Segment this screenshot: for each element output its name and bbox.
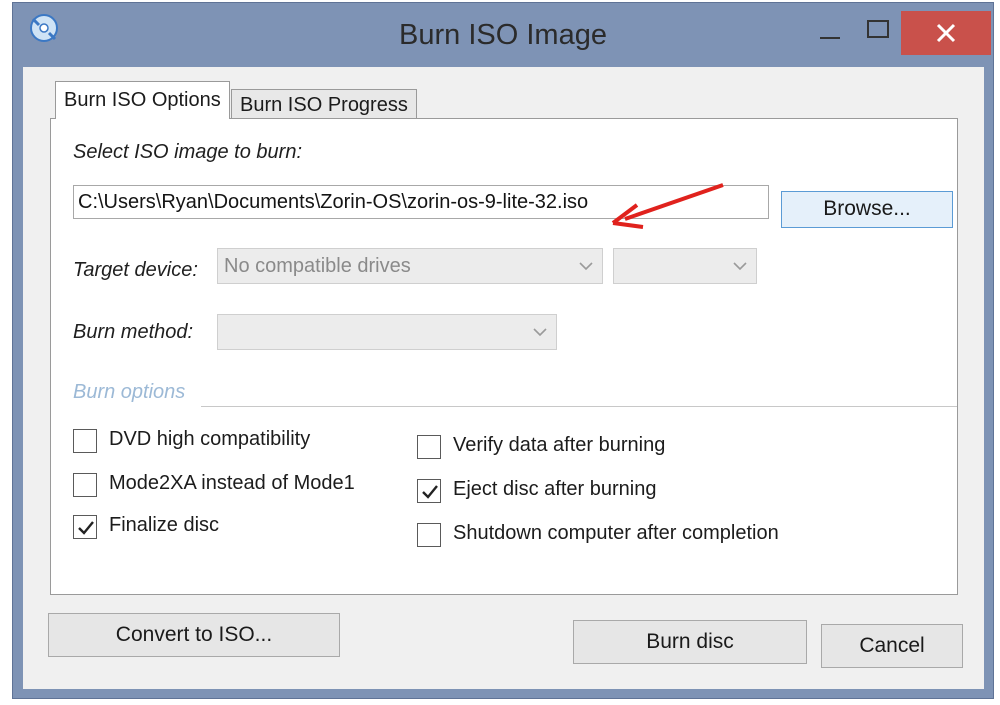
checkbox-box[interactable] — [73, 473, 97, 497]
burn-method-label: Burn method: — [73, 321, 194, 343]
checkbox-box[interactable] — [417, 435, 441, 459]
checkbox-verify-data[interactable]: Verify data after burning — [417, 433, 817, 463]
checkbox-label: Verify data after burning — [453, 434, 666, 456]
checkbox-box[interactable] — [73, 429, 97, 453]
convert-to-iso-button[interactable]: Convert to ISO... — [48, 613, 340, 657]
burn-disc-button[interactable]: Burn disc — [573, 620, 807, 664]
title-bar[interactable]: Burn ISO Image — [13, 3, 993, 69]
checkbox-dvd-high-compatibility[interactable]: DVD high compatibility — [73, 427, 413, 457]
checkbox-label: Shutdown computer after completion — [453, 522, 779, 544]
annotation-arrow-icon — [611, 183, 724, 229]
checkbox-label: Mode2XA instead of Mode1 — [109, 472, 355, 494]
target-speed-select[interactable] — [613, 248, 757, 284]
checkbox-finalize-disc[interactable]: Finalize disc — [73, 513, 413, 543]
checkbox-box[interactable] — [417, 479, 441, 503]
burn-iso-window: Burn ISO Image Burn ISO Options Burn ISO… — [12, 2, 994, 699]
target-device-label: Target device: — [73, 259, 198, 281]
close-icon[interactable] — [901, 11, 991, 55]
chevron-down-icon — [733, 262, 747, 271]
checkmark-icon — [78, 521, 94, 535]
checkbox-box[interactable] — [73, 515, 97, 539]
checkbox-eject-disc[interactable]: Eject disc after burning — [417, 477, 817, 507]
tab-burn-iso-options[interactable]: Burn ISO Options — [55, 81, 230, 119]
maximize-icon[interactable] — [856, 9, 900, 53]
checkbox-box[interactable] — [417, 523, 441, 547]
burn-method-select[interactable] — [217, 314, 557, 350]
checkbox-shutdown-computer[interactable]: Shutdown computer after completion — [417, 521, 837, 551]
checkbox-mode2xa[interactable]: Mode2XA instead of Mode1 — [73, 471, 413, 501]
checkbox-label: Eject disc after burning — [453, 478, 657, 500]
browse-button[interactable]: Browse... — [781, 191, 953, 228]
chevron-down-icon — [533, 328, 547, 337]
options-panel: Select ISO image to burn: C:\Users\Ryan\… — [50, 118, 958, 595]
checkbox-label: DVD high compatibility — [109, 428, 311, 450]
dialog-client-area: Burn ISO Options Burn ISO Progress Selec… — [23, 67, 984, 689]
burn-options-title: Burn options — [73, 381, 186, 403]
tab-burn-iso-progress[interactable]: Burn ISO Progress — [231, 89, 417, 119]
cancel-button[interactable]: Cancel — [821, 624, 963, 668]
target-device-select[interactable]: No compatible drives — [217, 248, 603, 284]
checkmark-icon — [422, 485, 438, 499]
chevron-down-icon — [579, 262, 593, 271]
section-divider — [201, 406, 957, 407]
minimize-icon[interactable] — [808, 9, 852, 53]
target-device-value: No compatible drives — [224, 255, 411, 277]
checkbox-label: Finalize disc — [109, 514, 220, 536]
select-iso-label: Select ISO image to burn: — [73, 141, 303, 163]
